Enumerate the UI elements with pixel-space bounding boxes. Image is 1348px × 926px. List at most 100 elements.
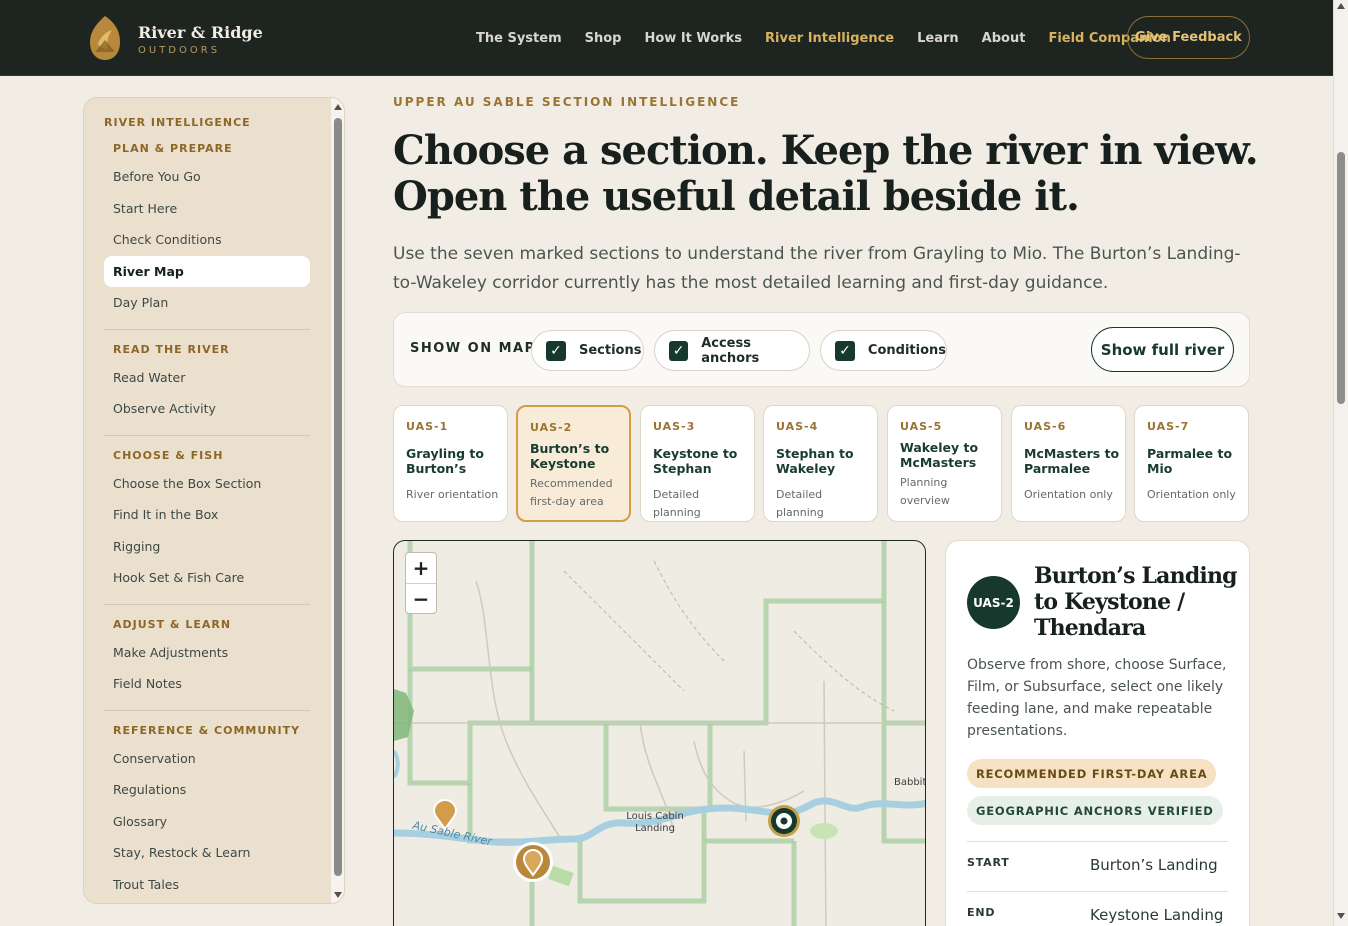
show-full-river-button[interactable]: Show full river	[1091, 327, 1234, 372]
sidebar-title: RIVER INTELLIGENCE	[104, 116, 251, 129]
sidebar-item-check-conditions[interactable]: Check Conditions	[104, 224, 310, 256]
filters-label: SHOW ON MAP	[410, 341, 536, 356]
sidebar-heading: REFERENCE & COMMUNITY	[113, 723, 301, 737]
nav-how-it-works[interactable]: How It Works	[644, 31, 742, 46]
checkbox-checked-icon[interactable]: ✓	[669, 340, 689, 361]
nav-learn[interactable]: Learn	[917, 31, 959, 46]
detail-row-key: END	[967, 906, 996, 919]
page-intro: Use the seven marked sections to underst…	[393, 244, 1241, 293]
section-card-uas-1[interactable]: UAS-1 Grayling to Burton’s River orienta…	[393, 405, 508, 522]
sidebar-item-read-water[interactable]: Read Water	[104, 362, 310, 394]
section-card-uas-2[interactable]: UAS-2 Burton’s to Keystone Recommended f…	[516, 405, 631, 522]
section-subtitle: Orientation only	[1024, 488, 1113, 501]
sidebar-group-choose: CHOOSE & FISH Choose the Box Section Fin…	[104, 434, 310, 594]
section-subtitle: Orientation only	[1147, 488, 1236, 501]
scroll-down-arrow-icon[interactable]	[1337, 913, 1345, 919]
sidebar-item-stay-restock[interactable]: Stay, Restock & Learn	[104, 837, 310, 869]
recommended-badge: RECOMMENDED FIRST-DAY AREA	[967, 759, 1217, 788]
scroll-up-arrow-icon[interactable]	[1337, 3, 1345, 9]
sidebar-scroll-up-icon[interactable]	[334, 104, 342, 110]
brand-subtitle: OUTDOORS	[138, 44, 221, 56]
nav-shop[interactable]: Shop	[585, 31, 622, 46]
sidebar-item-glossary[interactable]: Glossary	[104, 806, 310, 838]
section-code: UAS-3	[653, 420, 696, 433]
checkbox-checked-icon[interactable]: ✓	[835, 340, 855, 361]
page-scrollbar-thumb[interactable]	[1337, 152, 1345, 404]
zoom-in-button[interactable]: +	[406, 553, 436, 583]
section-subtitle: Detailed planning	[653, 488, 701, 519]
nav-the-system[interactable]: The System	[476, 31, 562, 46]
give-feedback-button[interactable]: Give Feedback	[1127, 16, 1250, 59]
end-marker-icon[interactable]	[766, 803, 802, 839]
sidebar-scrollbar-thumb[interactable]	[334, 118, 342, 876]
filter-access-anchors-toggle[interactable]: ✓ Access anchors	[654, 330, 810, 371]
detail-row-key: START	[967, 856, 1010, 869]
sidebar-item-find-in-box[interactable]: Find It in the Box	[104, 499, 310, 531]
detail-row-start: START Burton’s Landing	[967, 841, 1228, 891]
map-layer-filters: SHOW ON MAP ✓ Sections ✓ Access anchors …	[393, 312, 1250, 387]
start-marker-icon[interactable]	[512, 841, 554, 885]
map-label-babbitt: Babbit	[894, 777, 926, 788]
sidebar-item-before-you-go[interactable]: Before You Go	[104, 161, 310, 193]
section-code: UAS-1	[406, 420, 449, 433]
sidebar-item-hook-set[interactable]: Hook Set & Fish Care	[104, 562, 310, 594]
section-code: UAS-2	[530, 421, 573, 434]
verified-badge: GEOGRAPHIC ANCHORS VERIFIED	[967, 796, 1223, 825]
sidebar-item-observe-activity[interactable]: Observe Activity	[104, 393, 310, 425]
nav-about[interactable]: About	[982, 31, 1026, 46]
section-name: Grayling to Burton’s	[406, 446, 484, 476]
section-name: Burton’s to Keystone	[530, 441, 610, 471]
brand[interactable]: River & Ridge OUTDOORS	[86, 14, 263, 62]
zoom-out-button[interactable]: −	[406, 583, 436, 613]
section-code: UAS-6	[1024, 420, 1067, 433]
map-canvas[interactable]	[394, 541, 926, 926]
sidebar-item-river-map[interactable]: River Map	[104, 255, 310, 287]
section-detail-title: Burton’s Landing to Keystone / Thendara	[1034, 563, 1238, 641]
sidebar-scroll-down-icon[interactable]	[334, 892, 342, 898]
sidebar-group-read: READ THE RIVER Read Water Observe Activi…	[104, 328, 310, 425]
sidebar-group-adjust: ADJUST & LEARN Make Adjustments Field No…	[104, 603, 310, 700]
detail-row-value: Burton’s Landing	[1090, 856, 1218, 874]
sidebar-item-choose-box-section[interactable]: Choose the Box Section	[104, 468, 310, 500]
sidebar-item-day-plan[interactable]: Day Plan	[104, 287, 310, 319]
section-name: Stephan to Wakeley	[776, 446, 854, 476]
filter-conditions-label: Conditions	[867, 343, 946, 358]
section-card-uas-4[interactable]: UAS-4 Stephan to Wakeley Detailed planni…	[763, 405, 878, 522]
filter-conditions-toggle[interactable]: ✓ Conditions	[820, 330, 947, 371]
sidebar-item-make-adjustments[interactable]: Make Adjustments	[104, 637, 310, 669]
sidebar-item-trout-tales[interactable]: Trout Tales	[104, 869, 310, 901]
sidebar-scrollbar[interactable]	[331, 98, 344, 903]
sidebar-item-regulations[interactable]: Regulations	[104, 774, 310, 806]
page-scrollbar[interactable]	[1333, 0, 1348, 926]
sidebar-item-rigging[interactable]: Rigging	[104, 531, 310, 563]
sidebar: RIVER INTELLIGENCE PLAN & PREPARE Before…	[83, 97, 345, 904]
section-detail-description: Observe from shore, choose Surface, Film…	[967, 657, 1227, 739]
section-name: Parmalee to Mio	[1147, 446, 1233, 476]
sidebar-item-start-here[interactable]: Start Here	[104, 193, 310, 225]
checkbox-checked-icon[interactable]: ✓	[546, 340, 566, 361]
filter-sections-toggle[interactable]: ✓ Sections	[531, 330, 644, 371]
page-title: Choose a section. Keep the river in view…	[393, 127, 1259, 220]
section-card-uas-5[interactable]: UAS-5 Wakeley to McMasters Planning over…	[887, 405, 1002, 522]
sidebar-heading: CHOOSE & FISH	[113, 448, 224, 462]
section-cards: UAS-1 Grayling to Burton’s River orienta…	[393, 405, 1250, 522]
section-name: Wakeley to McMasters	[900, 440, 979, 470]
sidebar-item-field-notes[interactable]: Field Notes	[104, 668, 310, 700]
sidebar-item-conservation[interactable]: Conservation	[104, 743, 310, 775]
river-map[interactable]: + − Au Sable River Louis Cabin Landing B…	[393, 540, 926, 926]
section-card-uas-6[interactable]: UAS-6 McMasters to Parmalee Orientation …	[1011, 405, 1126, 522]
sidebar-group-reference: REFERENCE & COMMUNITY Conservation Regul…	[104, 709, 310, 901]
nav-river-intelligence[interactable]: River Intelligence	[765, 31, 894, 46]
section-card-uas-7[interactable]: UAS-7 Parmalee to Mio Orientation only	[1134, 405, 1249, 522]
section-detail-panel: UAS-2 Burton’s Landing to Keystone / The…	[945, 540, 1250, 926]
section-name: McMasters to Parmalee	[1024, 446, 1120, 476]
sidebar-heading: PLAN & PREPARE	[113, 142, 233, 155]
sidebar-group-plan: PLAN & PREPARE Before You Go Start Here …	[104, 137, 310, 319]
section-subtitle: Detailed planning	[776, 488, 824, 519]
map-zoom-controls: + −	[405, 552, 437, 614]
filter-sections-label: Sections	[579, 343, 642, 358]
section-subtitle: River orientation	[406, 488, 499, 501]
sidebar-heading: READ THE RIVER	[113, 342, 230, 356]
detail-row-end: END Keystone Landing	[967, 891, 1228, 926]
section-card-uas-3[interactable]: UAS-3 Keystone to Stephan Detailed plann…	[640, 405, 755, 522]
